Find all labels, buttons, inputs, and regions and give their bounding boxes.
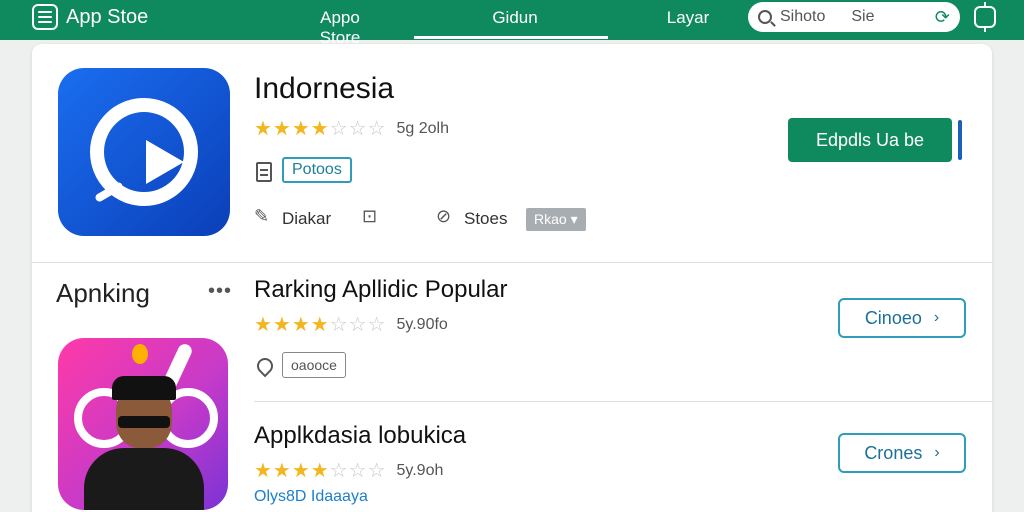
- person-body: [84, 448, 204, 510]
- active-tab-indicator: [414, 36, 608, 39]
- featured-rating: ★★★★ ☆☆☆ 5g 2olh: [254, 116, 449, 141]
- ranking-item-tag[interactable]: oaooce: [282, 352, 346, 378]
- action-button-label: Cinoeo: [864, 307, 922, 328]
- search-value: Sihoto: [780, 8, 826, 25]
- app-store-logo-icon: [32, 4, 58, 30]
- ranking-section-title: Apnking: [56, 278, 150, 308]
- more-icon[interactable]: •••: [208, 280, 232, 303]
- ranking-item-rating: ★★★★ ☆☆☆ 5y.90fo: [254, 312, 448, 337]
- top-app-bar: App Stoe Appo Store Gidun Layar Sihoto S…: [0, 0, 1024, 47]
- rating-stars-filled: ★★★★: [254, 460, 330, 482]
- ranking-item-action-button[interactable]: Cinoeo ›: [838, 298, 966, 338]
- install-button-edge: [958, 120, 962, 160]
- tag-icon: ⊘: [436, 206, 452, 226]
- ranking-app-icon[interactable]: [58, 338, 228, 510]
- rating-count: 5y.9oh: [396, 461, 444, 479]
- app-list-card: Indornesia ★★★★ ☆☆☆ 5g 2olh Potoos ✎ Dia…: [32, 44, 992, 512]
- chevron-right-icon: ›: [934, 444, 940, 461]
- divider: [32, 262, 992, 263]
- play-triangle: [146, 140, 184, 184]
- rating-stars-empty: ☆☆☆: [329, 460, 387, 482]
- brand-name: App Stoe: [66, 5, 149, 28]
- developer-link[interactable]: Olys8D Idaaaya: [254, 488, 368, 506]
- rating-stars-filled: ★★★★: [254, 118, 330, 140]
- developer-label: Diakar: [282, 209, 332, 228]
- sunglasses-icon: [118, 416, 170, 428]
- ranking-item-action-button[interactable]: Crones ›: [838, 433, 966, 473]
- tab-layar[interactable]: Layar: [662, 8, 714, 28]
- flame-icon: [132, 344, 148, 364]
- chevron-right-icon: ›: [933, 309, 940, 326]
- search-icon: [758, 10, 772, 24]
- ranking-item-rating: ★★★★ ☆☆☆ 5y.9oh: [254, 458, 443, 483]
- badge-icon: ⊡: [362, 206, 378, 226]
- store-label: Stoes: [464, 209, 508, 228]
- tab-gidun[interactable]: Gidun: [470, 8, 560, 28]
- brand[interactable]: App Stoe: [32, 4, 148, 30]
- featured-app-icon[interactable]: [58, 68, 230, 236]
- install-button[interactable]: Edpdls Ua be: [788, 118, 952, 162]
- category-tag[interactable]: Potoos: [282, 157, 352, 183]
- person-hat: [112, 376, 176, 400]
- rating-stars-filled: ★★★★: [254, 314, 330, 336]
- tab-app-store[interactable]: Appo Store: [298, 8, 382, 48]
- rating-stars-empty: ☆☆☆: [329, 314, 387, 336]
- pencil-icon: ✎: [254, 206, 270, 226]
- ranking-item-title[interactable]: Rarking Apllidic Popular: [254, 276, 507, 304]
- refresh-icon[interactable]: ⟳: [935, 7, 950, 28]
- device-icon[interactable]: [974, 2, 996, 32]
- search-input[interactable]: Sihoto Sie ⟳: [748, 2, 960, 32]
- ranking-item-title[interactable]: Applkdasia lobukica: [254, 422, 466, 450]
- rating-stars-empty: ☆☆☆: [329, 118, 387, 140]
- document-icon: [256, 162, 272, 182]
- divider: [254, 401, 992, 402]
- search-extra: Sie: [851, 8, 875, 25]
- action-button-label: Crones: [864, 442, 923, 463]
- rating-count: 5y.90fo: [396, 315, 448, 333]
- rating-count: 5g 2olh: [396, 119, 450, 137]
- sort-dropdown[interactable]: Rkao ▾: [526, 208, 586, 231]
- location-pin-icon: [253, 354, 277, 378]
- featured-app-title[interactable]: Indornesia: [254, 72, 394, 106]
